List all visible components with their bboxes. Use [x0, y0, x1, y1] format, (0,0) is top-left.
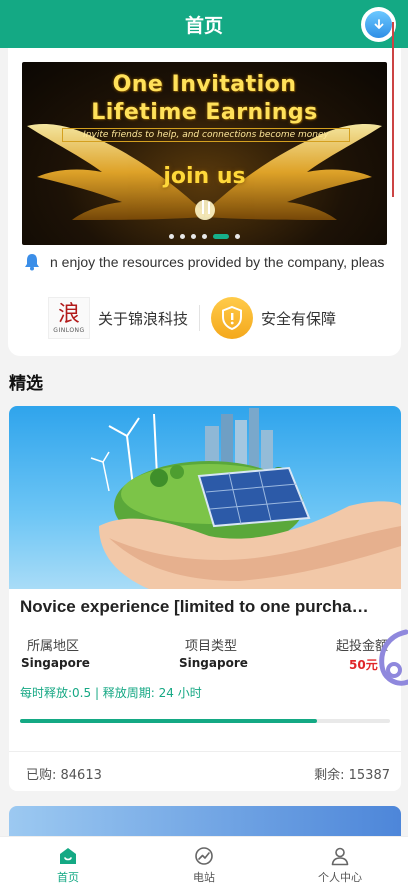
- carousel-dot[interactable]: [235, 234, 240, 239]
- product-stats: 所属地区 Singapore 项目类型 Singapore 起投金额 50元: [9, 635, 401, 675]
- tab-station-label: 电站: [193, 871, 215, 884]
- release-info: 每时释放:0.5 | 释放周期: 24 小时: [20, 686, 202, 700]
- remaining-count: 剩余: 15387: [314, 768, 390, 783]
- bell-icon: [25, 254, 39, 271]
- floating-service-icon[interactable]: [376, 628, 408, 688]
- type-value: Singapore: [179, 656, 248, 670]
- next-slide-edge: [392, 22, 394, 197]
- carousel-dot-active[interactable]: [213, 234, 229, 239]
- product-name: Novice experience [limited to one purcha…: [20, 597, 369, 616]
- tab-station[interactable]: 电站: [136, 837, 272, 890]
- type-label: 项目类型: [185, 639, 238, 654]
- user-icon: [331, 847, 349, 866]
- about-company-link[interactable]: 浪 GINLONG 关于锦浪科技: [48, 297, 188, 339]
- notice-bar[interactable]: n enjoy the resources provided by the co…: [22, 251, 387, 273]
- carousel-dot[interactable]: [169, 234, 174, 239]
- banner-headline-1: One Invitation: [112, 72, 297, 97]
- banner-carousel[interactable]: One Invitation Lifetime Earnings Invite …: [22, 62, 387, 245]
- header-bar: 首页: [0, 0, 408, 48]
- company-logo-word: GINLONG: [53, 326, 85, 334]
- banner-cta: join us: [163, 164, 246, 189]
- tab-home-label: 首页: [57, 871, 79, 884]
- bottom-tab-bar: 首页 电站 个人中心: [0, 836, 408, 890]
- tab-home[interactable]: 首页: [0, 837, 136, 890]
- divider: [199, 305, 201, 331]
- carousel-indicators: [22, 234, 387, 239]
- progress-fill: [20, 719, 318, 723]
- security-link[interactable]: 安全有保障: [211, 297, 336, 339]
- banner-headline-2: Lifetime Earnings: [91, 100, 318, 125]
- bought-count: 已购: 84613: [26, 768, 102, 783]
- region-value: Singapore: [21, 656, 90, 670]
- notice-text: n enjoy the resources provided by the co…: [50, 254, 385, 270]
- download-button[interactable]: [361, 7, 396, 42]
- home-icon: [60, 848, 76, 864]
- tab-profile[interactable]: 个人中心: [272, 837, 408, 890]
- section-title: 精选: [9, 374, 43, 394]
- product-card[interactable]: Novice experience [limited to one purcha…: [9, 406, 401, 791]
- card-footer: 已购: 84613 剩余: 15387: [9, 751, 401, 791]
- carousel-dot[interactable]: [180, 234, 185, 239]
- product-image: [9, 406, 401, 589]
- carousel-dot[interactable]: [191, 234, 196, 239]
- chart-icon: [195, 847, 213, 865]
- type-stat: 项目类型 Singapore: [179, 635, 248, 670]
- about-label: 关于锦浪科技: [98, 309, 189, 328]
- download-icon: [365, 11, 392, 38]
- banner-subtitle: Invite friends to help, and connections …: [62, 128, 350, 142]
- page-title: 首页: [184, 14, 223, 37]
- region-stat: 所属地区 Singapore: [21, 635, 90, 670]
- carousel-dot[interactable]: [202, 234, 207, 239]
- shield-icon: [211, 297, 254, 339]
- progress-bar: [20, 719, 390, 723]
- info-row: 浪 GINLONG 关于锦浪科技 安全有保障: [8, 288, 401, 348]
- company-logo: 浪 GINLONG: [48, 297, 90, 339]
- security-label: 安全有保障: [261, 309, 337, 328]
- region-label: 所属地区: [27, 639, 80, 654]
- top-card: One Invitation Lifetime Earnings Invite …: [8, 48, 401, 356]
- tab-profile-label: 个人中心: [318, 871, 362, 884]
